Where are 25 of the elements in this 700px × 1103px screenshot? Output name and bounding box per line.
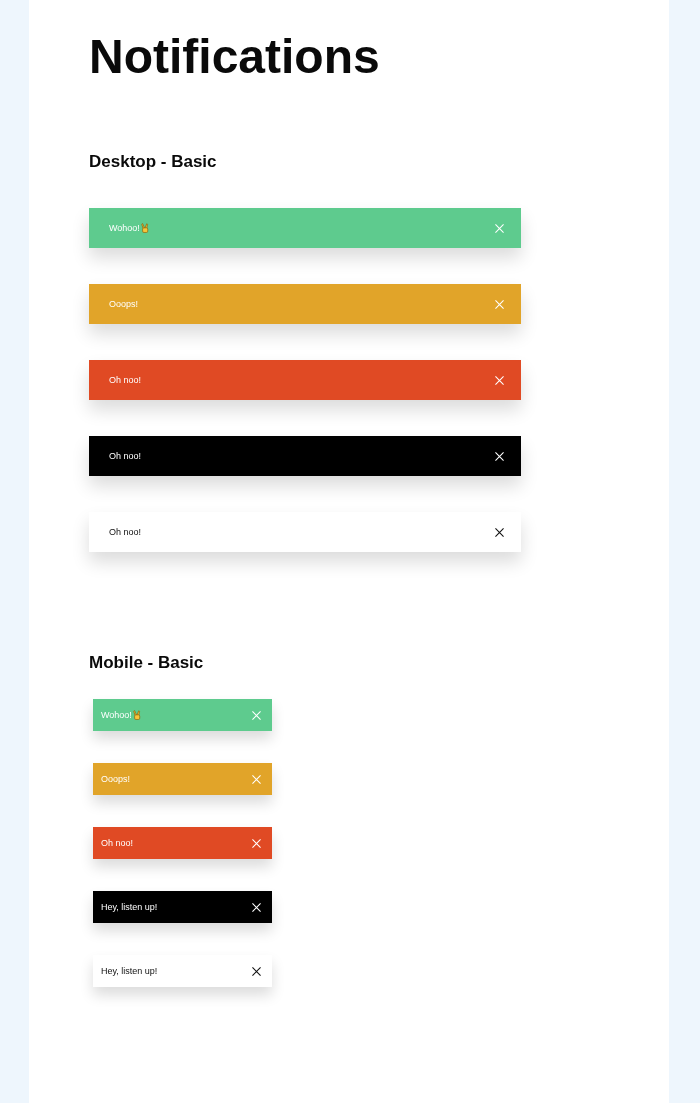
close-icon xyxy=(495,299,504,309)
close-icon xyxy=(252,710,261,720)
close-icon xyxy=(495,375,504,385)
notification-message: Oh noo! xyxy=(109,526,142,538)
page-title: Notifications xyxy=(89,29,380,85)
notification-message: Ooops! xyxy=(109,298,139,310)
notification-message: Oh noo! xyxy=(101,837,134,849)
notification-message: Hey, listen up! xyxy=(101,901,158,913)
notification-message: Hey, listen up! xyxy=(101,965,158,977)
close-icon xyxy=(495,451,504,461)
close-button[interactable] xyxy=(495,527,504,537)
close-button[interactable] xyxy=(252,966,261,976)
section-title: Mobile - Basic xyxy=(89,653,204,673)
notification-message: Oh noo! xyxy=(109,374,142,386)
notification-message: Wohoo! xyxy=(109,222,140,234)
close-icon xyxy=(495,527,504,537)
close-icon xyxy=(252,966,261,976)
notification-message: Ooops! xyxy=(101,773,131,785)
close-icon xyxy=(252,774,261,784)
section-title: Desktop - Basic xyxy=(89,152,217,172)
close-icon xyxy=(495,223,504,233)
close-icon xyxy=(252,902,261,912)
notification-message: Wohoo! xyxy=(101,709,132,721)
notification-message: Oh noo! xyxy=(109,450,142,462)
close-icon xyxy=(252,838,261,848)
